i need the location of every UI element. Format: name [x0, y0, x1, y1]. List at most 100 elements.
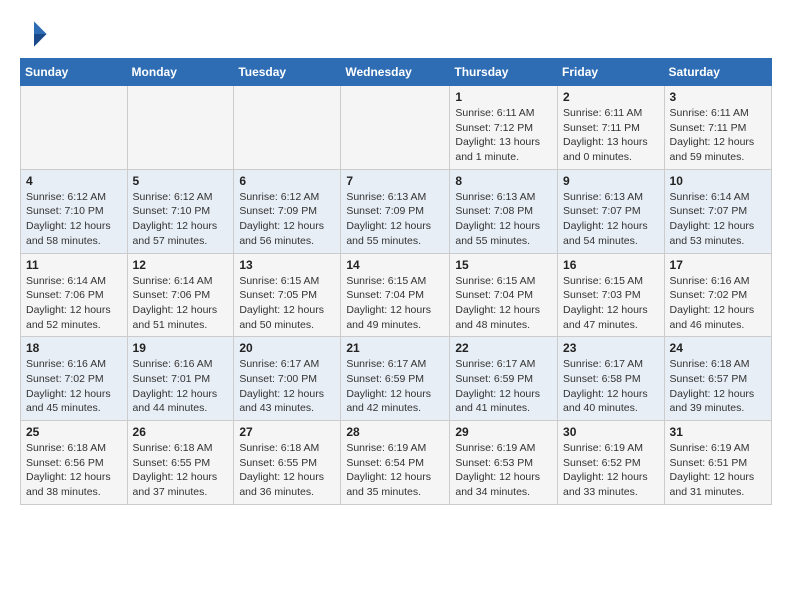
day-info: Sunrise: 6:13 AM Sunset: 7:09 PM Dayligh… — [346, 190, 444, 249]
weekday-header: Tuesday — [234, 59, 341, 86]
calendar-cell: 31 Sunrise: 6:19 AM Sunset: 6:51 PM Dayli… — [664, 421, 771, 505]
calendar-cell: 23 Sunrise: 6:17 AM Sunset: 6:58 PM Dayli… — [558, 337, 665, 421]
day-info: Sunrise: 6:17 AM Sunset: 6:59 PM Dayligh… — [346, 357, 444, 416]
calendar-body: 1 Sunrise: 6:11 AM Sunset: 7:12 PM Daylig… — [21, 86, 772, 505]
day-info: Sunrise: 6:11 AM Sunset: 7:11 PM Dayligh… — [670, 106, 766, 165]
calendar-cell: 22Sunrise: 6:17 AM Sunset: 6:59 PM Dayli… — [450, 337, 558, 421]
day-number: 2 — [563, 90, 659, 104]
day-info: Sunrise: 6:16 AM Sunset: 7:02 PM Dayligh… — [670, 274, 766, 333]
day-number: 29 — [455, 425, 552, 439]
day-number: 14 — [346, 258, 444, 272]
day-number: 15 — [455, 258, 552, 272]
day-info: Sunrise: 6:14 AM Sunset: 7:06 PM Dayligh… — [26, 274, 122, 333]
day-number: 1 — [455, 90, 552, 104]
day-info: Sunrise: 6:19 AM Sunset: 6:53 PM Dayligh… — [455, 441, 552, 500]
day-info: Sunrise: 6:11 AM Sunset: 7:12 PM Dayligh… — [455, 106, 552, 165]
weekday-header: Thursday — [450, 59, 558, 86]
day-number: 25 — [26, 425, 122, 439]
day-info: Sunrise: 6:18 AM Sunset: 6:56 PM Dayligh… — [26, 441, 122, 500]
day-number: 8 — [455, 174, 552, 188]
calendar-cell: 5 Sunrise: 6:12 AM Sunset: 7:10 PM Daylig… — [127, 169, 234, 253]
calendar-header: SundayMondayTuesdayWednesdayThursdayFrid… — [21, 59, 772, 86]
calendar-cell: 29 Sunrise: 6:19 AM Sunset: 6:53 PM Dayli… — [450, 421, 558, 505]
weekday-header: Saturday — [664, 59, 771, 86]
day-number: 16 — [563, 258, 659, 272]
day-info: Sunrise: 6:19 AM Sunset: 6:52 PM Dayligh… — [563, 441, 659, 500]
calendar-week-row: 1 Sunrise: 6:11 AM Sunset: 7:12 PM Daylig… — [21, 86, 772, 170]
day-info: Sunrise: 6:14 AM Sunset: 7:06 PM Dayligh… — [133, 274, 229, 333]
day-number: 27 — [239, 425, 335, 439]
calendar-week-row: 25 Sunrise: 6:18 AM Sunset: 6:56 PM Dayli… — [21, 421, 772, 505]
calendar-cell — [341, 86, 450, 170]
day-info: Sunrise: 6:17 AM Sunset: 6:58 PM Dayligh… — [563, 357, 659, 416]
day-number: 11 — [26, 258, 122, 272]
calendar-cell: 10Sunrise: 6:14 AM Sunset: 7:07 PM Dayli… — [664, 169, 771, 253]
calendar-cell: 11 Sunrise: 6:14 AM Sunset: 7:06 PM Dayli… — [21, 253, 128, 337]
calendar-cell: 27 Sunrise: 6:18 AM Sunset: 6:55 PM Dayli… — [234, 421, 341, 505]
day-info: Sunrise: 6:12 AM Sunset: 7:09 PM Dayligh… — [239, 190, 335, 249]
calendar-cell: 8 Sunrise: 6:13 AM Sunset: 7:08 PM Daylig… — [450, 169, 558, 253]
day-info: Sunrise: 6:15 AM Sunset: 7:04 PM Dayligh… — [455, 274, 552, 333]
weekday-header: Wednesday — [341, 59, 450, 86]
day-number: 10 — [670, 174, 766, 188]
day-info: Sunrise: 6:17 AM Sunset: 6:59 PM Dayligh… — [455, 357, 552, 416]
calendar-cell: 19 Sunrise: 6:16 AM Sunset: 7:01 PM Dayli… — [127, 337, 234, 421]
calendar-cell: 24 Sunrise: 6:18 AM Sunset: 6:57 PM Dayli… — [664, 337, 771, 421]
calendar-week-row: 18 Sunrise: 6:16 AM Sunset: 7:02 PM Dayli… — [21, 337, 772, 421]
day-number: 24 — [670, 341, 766, 355]
day-number: 31 — [670, 425, 766, 439]
day-info: Sunrise: 6:19 AM Sunset: 6:51 PM Dayligh… — [670, 441, 766, 500]
calendar-cell: 28Sunrise: 6:19 AM Sunset: 6:54 PM Dayli… — [341, 421, 450, 505]
calendar-cell: 20 Sunrise: 6:17 AM Sunset: 7:00 PM Dayli… — [234, 337, 341, 421]
day-number: 23 — [563, 341, 659, 355]
day-info: Sunrise: 6:18 AM Sunset: 6:57 PM Dayligh… — [670, 357, 766, 416]
day-info: Sunrise: 6:15 AM Sunset: 7:05 PM Dayligh… — [239, 274, 335, 333]
logo-icon — [20, 20, 48, 48]
day-info: Sunrise: 6:18 AM Sunset: 6:55 PM Dayligh… — [239, 441, 335, 500]
day-number: 9 — [563, 174, 659, 188]
calendar-cell — [127, 86, 234, 170]
calendar-cell: 4Sunrise: 6:12 AM Sunset: 7:10 PM Daylig… — [21, 169, 128, 253]
calendar-cell — [21, 86, 128, 170]
day-number: 5 — [133, 174, 229, 188]
calendar-cell: 17 Sunrise: 6:16 AM Sunset: 7:02 PM Dayli… — [664, 253, 771, 337]
day-number: 6 — [239, 174, 335, 188]
calendar-cell: 25 Sunrise: 6:18 AM Sunset: 6:56 PM Dayli… — [21, 421, 128, 505]
weekday-header: Sunday — [21, 59, 128, 86]
calendar-cell: 2 Sunrise: 6:11 AM Sunset: 7:11 PM Daylig… — [558, 86, 665, 170]
calendar-cell: 16 Sunrise: 6:15 AM Sunset: 7:03 PM Dayli… — [558, 253, 665, 337]
day-info: Sunrise: 6:16 AM Sunset: 7:02 PM Dayligh… — [26, 357, 122, 416]
calendar-cell: 30Sunrise: 6:19 AM Sunset: 6:52 PM Dayli… — [558, 421, 665, 505]
calendar-cell: 6 Sunrise: 6:12 AM Sunset: 7:09 PM Daylig… — [234, 169, 341, 253]
day-info: Sunrise: 6:12 AM Sunset: 7:10 PM Dayligh… — [133, 190, 229, 249]
day-info: Sunrise: 6:12 AM Sunset: 7:10 PM Dayligh… — [26, 190, 122, 249]
day-info: Sunrise: 6:13 AM Sunset: 7:07 PM Dayligh… — [563, 190, 659, 249]
calendar-cell: 21 Sunrise: 6:17 AM Sunset: 6:59 PM Dayli… — [341, 337, 450, 421]
day-info: Sunrise: 6:13 AM Sunset: 7:08 PM Dayligh… — [455, 190, 552, 249]
day-info: Sunrise: 6:17 AM Sunset: 7:00 PM Dayligh… — [239, 357, 335, 416]
day-number: 17 — [670, 258, 766, 272]
day-number: 18 — [26, 341, 122, 355]
calendar-week-row: 4Sunrise: 6:12 AM Sunset: 7:10 PM Daylig… — [21, 169, 772, 253]
page-header — [20, 20, 772, 48]
day-number: 20 — [239, 341, 335, 355]
weekday-row: SundayMondayTuesdayWednesdayThursdayFrid… — [21, 59, 772, 86]
day-info: Sunrise: 6:11 AM Sunset: 7:11 PM Dayligh… — [563, 106, 659, 165]
day-info: Sunrise: 6:16 AM Sunset: 7:01 PM Dayligh… — [133, 357, 229, 416]
calendar-cell: 1 Sunrise: 6:11 AM Sunset: 7:12 PM Daylig… — [450, 86, 558, 170]
day-number: 26 — [133, 425, 229, 439]
day-number: 21 — [346, 341, 444, 355]
day-number: 7 — [346, 174, 444, 188]
day-info: Sunrise: 6:15 AM Sunset: 7:03 PM Dayligh… — [563, 274, 659, 333]
day-number: 19 — [133, 341, 229, 355]
calendar-cell — [234, 86, 341, 170]
calendar-week-row: 11 Sunrise: 6:14 AM Sunset: 7:06 PM Dayli… — [21, 253, 772, 337]
calendar-cell: 9 Sunrise: 6:13 AM Sunset: 7:07 PM Daylig… — [558, 169, 665, 253]
calendar-cell: 26Sunrise: 6:18 AM Sunset: 6:55 PM Dayli… — [127, 421, 234, 505]
day-number: 28 — [346, 425, 444, 439]
calendar-cell: 12Sunrise: 6:14 AM Sunset: 7:06 PM Dayli… — [127, 253, 234, 337]
calendar-cell: 14 Sunrise: 6:15 AM Sunset: 7:04 PM Dayli… — [341, 253, 450, 337]
day-number: 3 — [670, 90, 766, 104]
day-info: Sunrise: 6:15 AM Sunset: 7:04 PM Dayligh… — [346, 274, 444, 333]
weekday-header: Monday — [127, 59, 234, 86]
